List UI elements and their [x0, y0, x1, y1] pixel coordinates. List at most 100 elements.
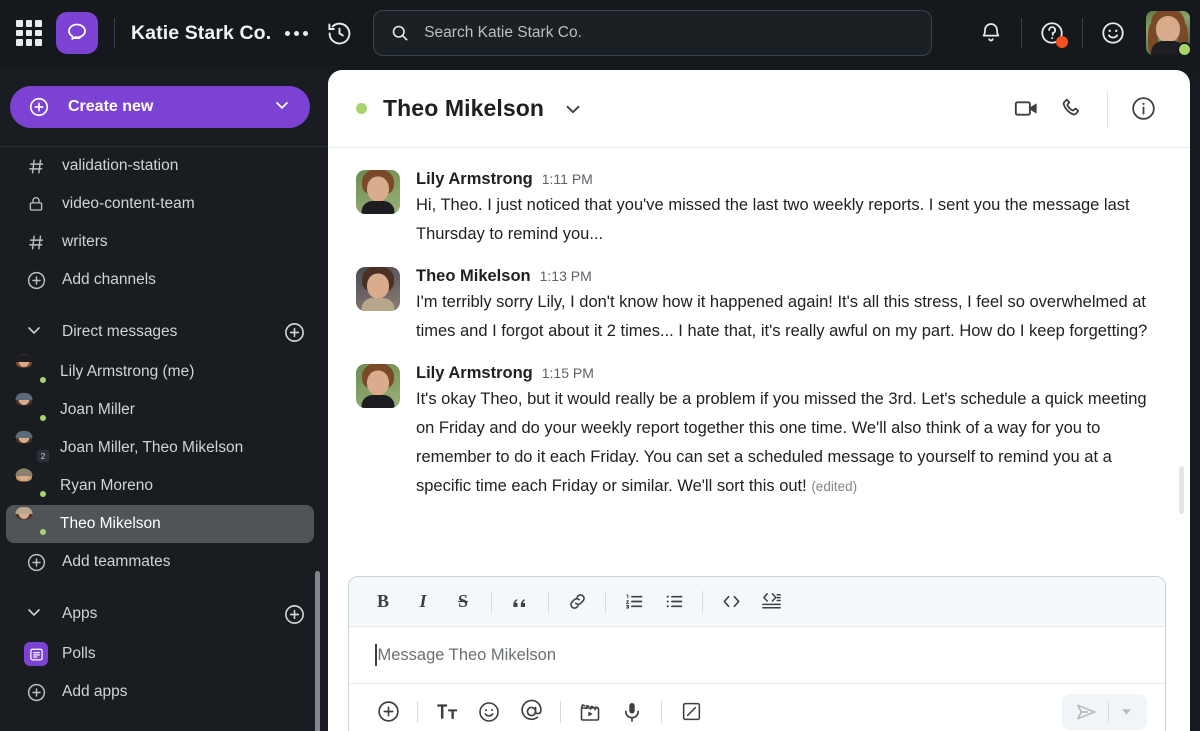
emoji-smiley-icon[interactable] [1090, 10, 1136, 56]
italic-button[interactable]: I [403, 583, 443, 621]
section-label: Apps [62, 605, 98, 622]
numbered-list-button[interactable] [614, 583, 654, 621]
bold-button[interactable]: B [363, 583, 403, 621]
top-navigation-bar: Katie Stark Co. Search Katie Stark Co. [0, 0, 1200, 66]
avatar [356, 364, 400, 408]
sidebar-item-joan-miller[interactable]: Joan Miller [6, 391, 314, 429]
attach-plus-button[interactable] [367, 691, 409, 731]
chat-header-actions [1003, 86, 1166, 132]
search-input[interactable]: Search Katie Stark Co. [373, 10, 933, 56]
sidebar-item-label: Add apps [62, 683, 128, 700]
help-question-icon[interactable] [1029, 10, 1075, 56]
message-author: Lily Armstrong [416, 170, 533, 188]
sidebar-item-label: Add channels [62, 271, 156, 288]
divider [560, 700, 561, 723]
message-text: Hi, Theo. I just noticed that you've mis… [416, 196, 1130, 243]
add-teammates-button[interactable]: Add teammates [6, 543, 314, 581]
italic-label: I [419, 591, 427, 611]
emoji-smiley-icon[interactable] [468, 691, 510, 731]
notifications-bell-icon[interactable] [968, 10, 1014, 56]
page-title: Theo Mikelson [383, 95, 545, 121]
phone-icon[interactable] [1049, 86, 1095, 132]
quote-button[interactable] [500, 583, 540, 621]
chat-brand-logo[interactable] [56, 12, 98, 54]
create-new-button[interactable]: Create new [10, 86, 310, 128]
message-list: Lily Armstrong 1:11 PM Hi, Theo. I just … [328, 148, 1190, 562]
message-item: Theo Mikelson 1:13 PM I'm terribly sorry… [356, 267, 1164, 346]
sidebar-item-label: validation-station [62, 157, 179, 174]
sidebar-item-label: Ryan Moreno [60, 477, 154, 494]
sidebar-item-label: Polls [62, 645, 96, 662]
microphone-icon[interactable] [611, 691, 653, 731]
square-slash-icon[interactable] [670, 691, 712, 731]
status-badge [1177, 42, 1192, 57]
sidebar-item-ryan-moreno[interactable]: Ryan Moreno [6, 467, 314, 505]
more-options-icon[interactable] [285, 30, 309, 36]
info-circle-icon[interactable] [1120, 86, 1166, 132]
sidebar-item-theo-mikelson[interactable]: Theo Mikelson [6, 505, 314, 543]
create-new-label: Create new [68, 98, 154, 115]
send-options-chevron-down-icon[interactable] [1109, 694, 1143, 730]
status-badge [356, 103, 367, 114]
message-author: Theo Mikelson [416, 267, 531, 285]
message-item: Lily Armstrong 1:15 PM It's okay Theo, b… [356, 364, 1164, 501]
sidebar-item-label: Add teammates [62, 553, 171, 570]
polls-icon [24, 642, 48, 666]
sidebar-item-label: Theo Mikelson [60, 515, 161, 532]
divider [605, 590, 606, 613]
sidebar-item-polls[interactable]: Polls [6, 635, 314, 673]
chevron-down-icon [272, 95, 292, 120]
composer-action-bar [349, 683, 1165, 731]
status-badge [38, 489, 48, 499]
divider [661, 700, 662, 723]
send-message-group [1062, 693, 1147, 730]
link-button[interactable] [557, 583, 597, 621]
message-input[interactable]: Message Theo Mikelson [349, 627, 1165, 683]
code-block-button[interactable] [751, 583, 791, 621]
apps-section-header[interactable]: Apps [6, 595, 314, 633]
section-label: Direct messages [62, 323, 178, 340]
avatar [15, 506, 48, 537]
add-channels-button[interactable]: Add channels [6, 261, 314, 299]
text-format-icon[interactable] [426, 691, 468, 731]
send-paper-plane-icon[interactable] [1066, 694, 1108, 730]
grid-apps-icon[interactable] [16, 20, 42, 46]
message-timestamp: 1:13 PM [539, 268, 592, 284]
strikethrough-button[interactable]: S [443, 583, 483, 621]
lock-icon [24, 195, 48, 213]
add-direct-message-button[interactable] [283, 321, 306, 344]
avatar [356, 170, 400, 214]
direct-messages-section-header[interactable]: Direct messages [6, 313, 314, 351]
message-input-placeholder: Message Theo Mikelson [377, 645, 557, 664]
divider [702, 590, 703, 613]
at-mention-icon[interactable] [510, 691, 552, 731]
avatar[interactable] [1146, 11, 1192, 57]
divider [114, 18, 115, 48]
video-camera-icon[interactable] [1003, 86, 1049, 132]
message-timestamp: 1:15 PM [541, 365, 594, 381]
message-scrollbar[interactable] [1179, 466, 1184, 514]
message-body: It's okay Theo, but it would really be a… [416, 390, 1147, 495]
add-apps-button[interactable]: Add apps [6, 673, 314, 711]
formatting-toolbar: B I S [349, 577, 1165, 627]
plus-circle-icon [24, 270, 48, 291]
sidebar-item-group-joan-theo[interactable]: 2 Joan Miller, Theo Mikelson [6, 429, 314, 467]
sidebar-scrollbar[interactable] [315, 571, 320, 731]
sidebar-item-video-content-team[interactable]: video-content-team [6, 185, 314, 223]
text-caret [375, 644, 377, 666]
code-button[interactable] [711, 583, 751, 621]
sidebar-item-validation-station[interactable]: validation-station [6, 147, 314, 185]
sidebar: Create new validation-station video-cont [0, 66, 328, 731]
sidebar-item-lily-armstrong[interactable]: Lily Armstrong (me) [6, 353, 314, 391]
sidebar-item-writers[interactable]: writers [6, 223, 314, 261]
bulleted-list-button[interactable] [654, 583, 694, 621]
history-clock-icon[interactable] [326, 20, 353, 47]
add-app-button[interactable] [283, 603, 306, 626]
clapperboard-icon[interactable] [569, 691, 611, 731]
top-right-actions [968, 10, 1200, 57]
chevron-down-icon[interactable] [562, 98, 584, 120]
sidebar-item-label: video-content-team [62, 195, 195, 212]
org-name[interactable]: Katie Stark Co. [131, 22, 271, 45]
status-badge [38, 375, 48, 385]
sidebar-item-label: Joan Miller [60, 401, 135, 418]
